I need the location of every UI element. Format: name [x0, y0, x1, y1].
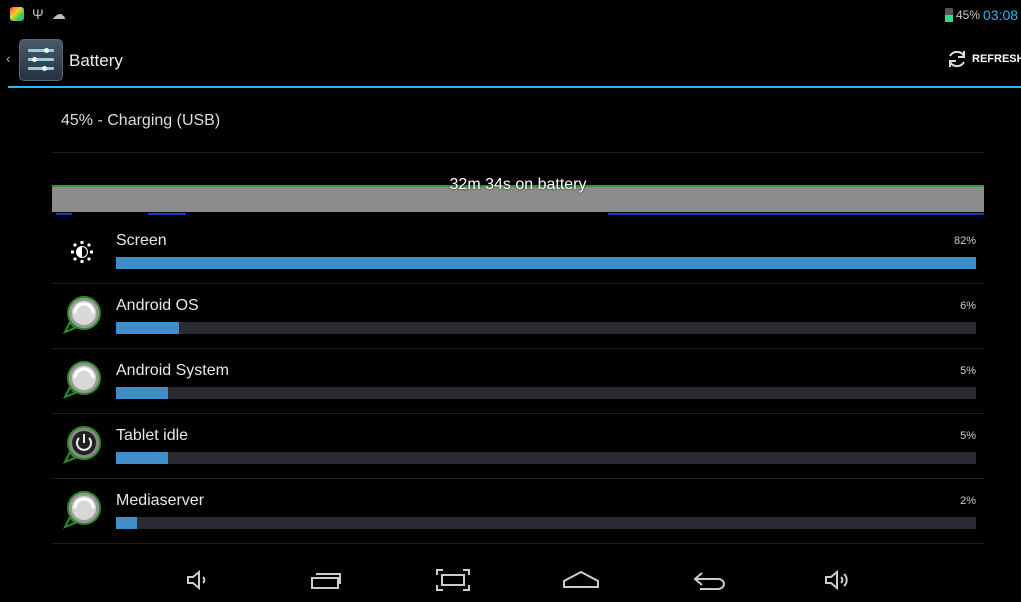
- notification-icons: Ψ ☁: [10, 7, 66, 21]
- usage-percent: 82%: [953, 235, 976, 247]
- settings-icon[interactable]: [19, 39, 63, 81]
- battery-percent: 45%: [955, 8, 980, 22]
- battery-history-graph[interactable]: 32m 34s on battery: [52, 176, 984, 218]
- home-icon: [563, 570, 599, 588]
- usage-label: Screen: [116, 232, 167, 249]
- usage-label: Mediaserver: [116, 492, 205, 509]
- brightness-icon: [71, 241, 93, 263]
- usage-percent: 5%: [960, 430, 976, 442]
- divider: [52, 152, 984, 153]
- volume-down-icon: [187, 569, 206, 591]
- usage-bar-fill: [116, 387, 169, 399]
- refresh-button[interactable]: REFRESH: [946, 48, 1021, 70]
- usage-bar-fill: [116, 452, 169, 464]
- system-icons: 45% 03:08: [944, 7, 1021, 23]
- screenshot-icon: [436, 569, 470, 591]
- home-button[interactable]: [561, 566, 601, 594]
- android-debug-icon: ☁: [51, 6, 66, 22]
- action-bar: ‹ Battery REFRESH: [0, 30, 1021, 86]
- usage-row-mediaserver[interactable]: Mediaserver 2%: [52, 479, 984, 543]
- gallery-app-icon: [10, 7, 24, 21]
- screenshot-button[interactable]: [433, 566, 473, 594]
- usage-bar: [116, 257, 976, 269]
- usb-icon: Ψ: [32, 6, 44, 22]
- charging-segment: [608, 213, 984, 215]
- volume-up-button[interactable]: [818, 566, 858, 594]
- volume-down-button[interactable]: [178, 566, 218, 594]
- usage-row-tablet-idle[interactable]: Tablet idle 5%: [52, 414, 984, 478]
- usage-row-android-os[interactable]: Android OS 6%: [52, 284, 984, 348]
- usage-label: Android OS: [116, 297, 199, 314]
- action-bar-divider: [8, 86, 1021, 88]
- usage-bar: [116, 517, 976, 529]
- recent-apps-icon: [311, 573, 341, 589]
- usage-bar: [116, 387, 976, 399]
- android-app-icon: [62, 361, 101, 399]
- usage-bar-fill: [116, 257, 976, 269]
- usage-bar: [116, 322, 976, 334]
- back-button[interactable]: [690, 566, 730, 594]
- usage-row-android-system[interactable]: Android System 5%: [52, 349, 984, 413]
- usage-bar-fill: [116, 517, 137, 529]
- page-title: Battery: [69, 51, 123, 70]
- history-label: 32m 34s on battery: [449, 176, 587, 193]
- refresh-icon: [949, 50, 965, 68]
- volume-up-icon: [825, 569, 848, 591]
- usage-bar-fill: [116, 322, 179, 334]
- refresh-label: REFRESH: [972, 53, 1021, 65]
- status-bar: Ψ ☁ 45% 03:08: [0, 0, 1021, 30]
- power-icon: [62, 426, 101, 464]
- usage-percent: 2%: [960, 495, 976, 507]
- usage-bar: [116, 452, 976, 464]
- android-app-icon: [62, 296, 101, 334]
- usage-percent: 6%: [960, 300, 976, 312]
- usage-row-screen[interactable]: Screen 82%: [52, 219, 984, 283]
- recent-apps-button[interactable]: [306, 566, 346, 594]
- back-icon: [693, 572, 725, 590]
- battery-status-text: 45% - Charging (USB): [61, 112, 221, 129]
- usage-label: Android System: [116, 362, 229, 379]
- usage-percent: 5%: [960, 365, 976, 377]
- android-app-icon: [62, 491, 101, 529]
- up-caret-icon[interactable]: ‹: [6, 50, 11, 66]
- charging-segment: [148, 213, 186, 215]
- charging-segment: [56, 213, 72, 215]
- usage-label: Tablet idle: [116, 427, 189, 444]
- battery-charging-icon: [944, 8, 953, 22]
- navigation-bar: [0, 556, 1021, 602]
- divider: [52, 543, 984, 544]
- clock: 03:08: [983, 7, 1019, 23]
